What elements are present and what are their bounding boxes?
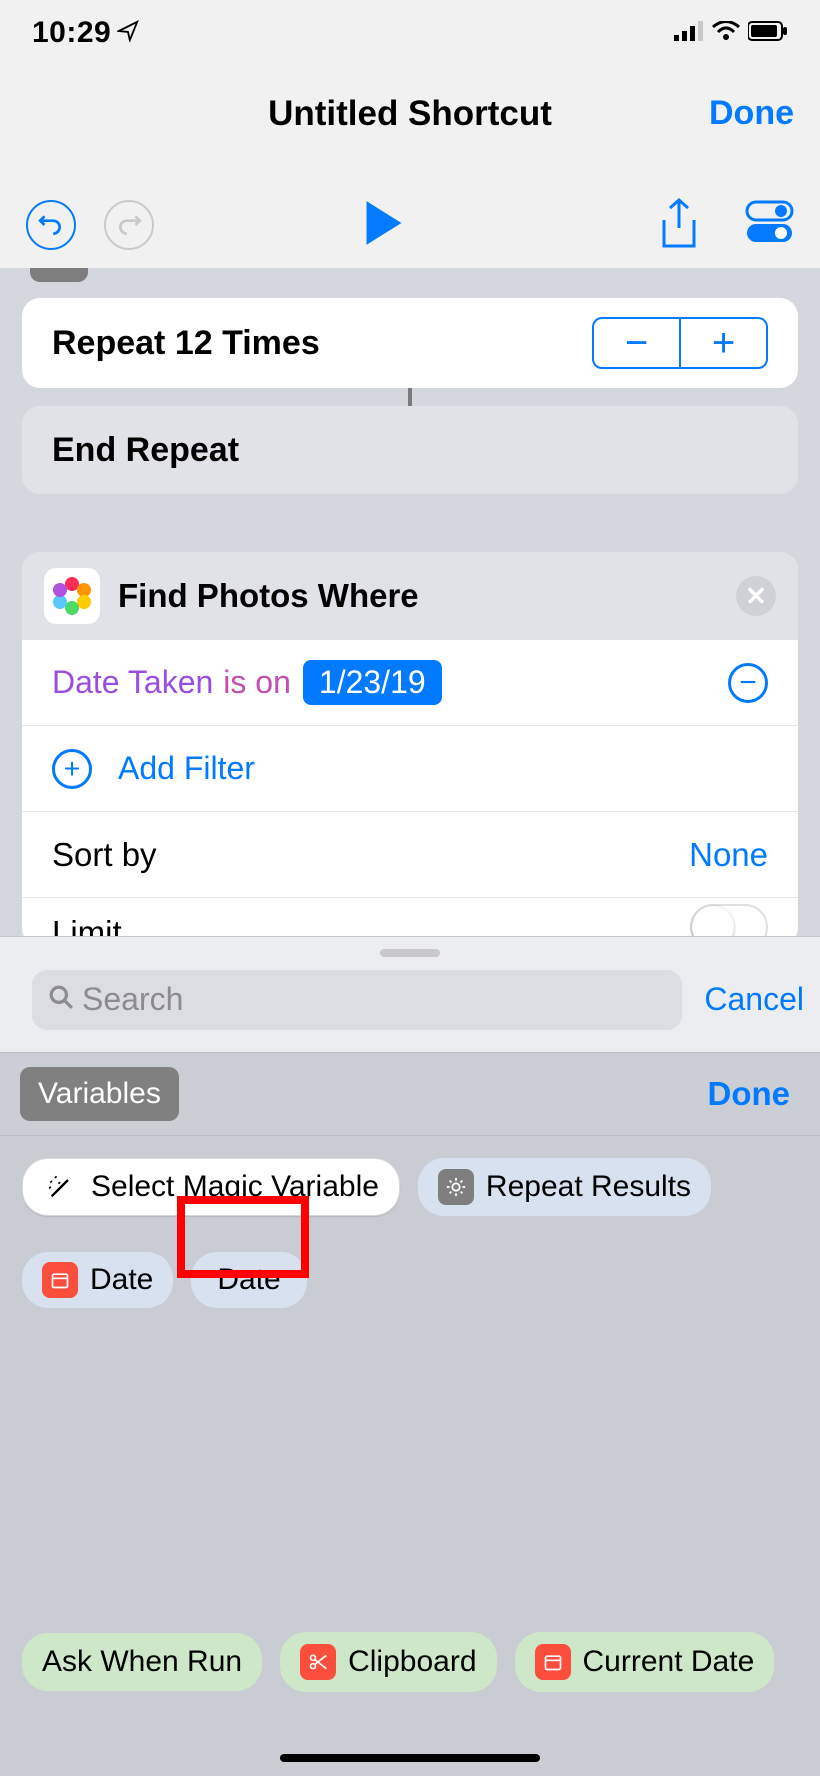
redo-icon	[116, 212, 142, 238]
share-button[interactable]	[658, 198, 700, 250]
find-photos-title: Find Photos Where	[118, 577, 736, 615]
variables-tab[interactable]: Variables	[20, 1067, 179, 1121]
variables-header: Variables Done	[0, 1052, 820, 1136]
battery-icon	[748, 21, 788, 46]
limit-label: Limit	[52, 914, 122, 936]
find-photos-header: Find Photos Where ✕	[22, 552, 798, 640]
play-icon	[362, 199, 406, 247]
status-right	[674, 21, 788, 46]
header: Untitled Shortcut Done	[0, 66, 820, 182]
cell-signal-icon	[674, 21, 704, 46]
stepper-minus[interactable]: −	[594, 319, 681, 367]
repeat-action[interactable]: Repeat 12 Times − +	[22, 298, 798, 388]
action-stub	[30, 268, 88, 282]
search-icon	[48, 984, 74, 1015]
gear-icon	[438, 1169, 474, 1205]
repeat-stepper[interactable]: − +	[592, 317, 768, 369]
sort-by-value[interactable]: None	[689, 836, 768, 874]
plus-circle-icon: +	[52, 749, 92, 789]
remove-filter-button[interactable]: −	[728, 663, 768, 703]
wifi-icon	[712, 21, 740, 46]
limit-row[interactable]: Limit	[22, 898, 798, 936]
calendar-icon	[42, 1262, 78, 1298]
status-time: 10:29	[32, 16, 139, 50]
highlight-annotation	[177, 1196, 309, 1278]
variables-list: Select Magic Variable Repeat Results Dat…	[0, 1136, 820, 1516]
search-input[interactable]: Search	[32, 970, 682, 1030]
end-repeat-label: End Repeat	[52, 431, 239, 470]
repeat-label: Repeat 12 Times	[52, 324, 320, 363]
scissors-icon	[300, 1644, 336, 1680]
add-filter-label: Add Filter	[118, 750, 255, 787]
sort-by-label: Sort by	[52, 836, 157, 874]
minus-icon: −	[739, 666, 757, 700]
stepper-plus[interactable]: +	[681, 319, 766, 367]
current-date-suggestion[interactable]: Current Date	[515, 1632, 775, 1692]
share-icon	[658, 198, 700, 250]
search-panel: Search Cancel	[0, 936, 820, 1052]
ask-when-run-suggestion[interactable]: Ask When Run	[22, 1633, 262, 1691]
undo-button[interactable]	[26, 200, 76, 250]
location-icon	[117, 16, 139, 50]
status-bar: 10:29	[0, 0, 820, 66]
clipboard-suggestion[interactable]: Clipboard	[280, 1632, 496, 1692]
toolbar	[0, 182, 820, 268]
calendar-icon	[535, 1644, 571, 1680]
connector-line	[408, 388, 412, 406]
add-filter-button[interactable]: + Add Filter	[22, 726, 798, 812]
home-indicator[interactable]	[280, 1754, 540, 1762]
cancel-button[interactable]: Cancel	[704, 981, 804, 1018]
status-time-text: 10:29	[32, 16, 111, 50]
filter-operator[interactable]: is on	[223, 664, 291, 701]
ask-when-run-label: Ask When Run	[42, 1645, 242, 1679]
drag-handle[interactable]	[380, 949, 440, 957]
repeat-results-variable[interactable]: Repeat Results	[418, 1158, 711, 1216]
find-photos-action[interactable]: Find Photos Where ✕ Date Taken is on 1/2…	[22, 552, 798, 936]
sort-by-row[interactable]: Sort by None	[22, 812, 798, 898]
date1-label: Date	[90, 1263, 153, 1297]
end-repeat-action[interactable]: End Repeat	[22, 406, 798, 494]
current-date-label: Current Date	[583, 1645, 755, 1679]
filter-field[interactable]: Date Taken	[52, 664, 213, 701]
search-placeholder: Search	[82, 981, 183, 1018]
workflow-content: Repeat 12 Times − + End Repeat Find Phot…	[0, 268, 820, 936]
close-icon: ✕	[745, 581, 767, 612]
remove-action-button[interactable]: ✕	[736, 576, 776, 616]
settings-toggle-icon	[745, 200, 794, 244]
undo-icon	[38, 212, 64, 238]
page-title: Untitled Shortcut	[0, 94, 820, 134]
repeat-results-label: Repeat Results	[486, 1170, 691, 1204]
settings-toggle-button[interactable]	[745, 200, 794, 244]
wand-icon	[43, 1169, 79, 1205]
redo-button[interactable]	[104, 200, 154, 250]
filter-row[interactable]: Date Taken is on 1/23/19 −	[22, 640, 798, 726]
done-button[interactable]: Done	[709, 94, 794, 133]
limit-switch[interactable]	[690, 904, 768, 936]
clipboard-label: Clipboard	[348, 1645, 476, 1679]
filter-value[interactable]: 1/23/19	[303, 660, 442, 705]
suggestions-row: Ask When Run Clipboard Current Date	[0, 1618, 820, 1706]
play-button[interactable]	[362, 199, 406, 252]
variable-picker: Search Cancel Variables Done Select Magi…	[0, 936, 820, 1776]
variables-done-button[interactable]: Done	[708, 1075, 791, 1113]
photos-app-icon	[44, 568, 100, 624]
date-variable-1[interactable]: Date	[22, 1252, 173, 1308]
